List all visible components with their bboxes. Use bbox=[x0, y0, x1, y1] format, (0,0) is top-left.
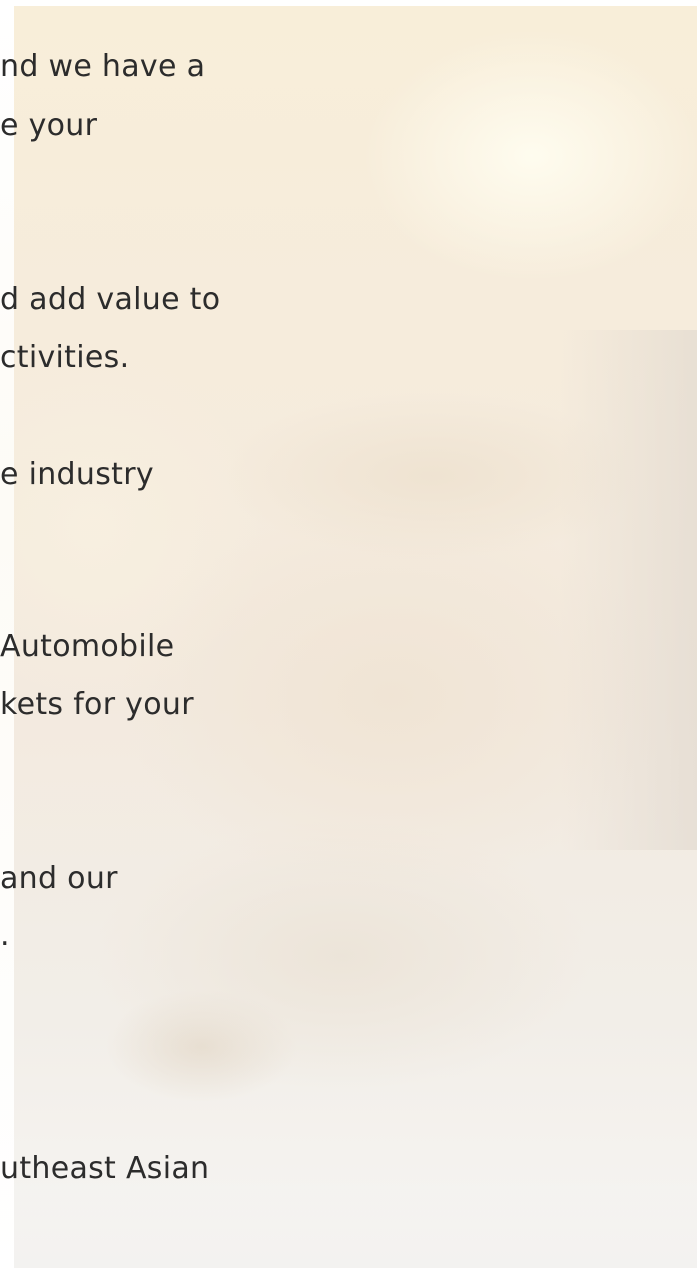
body-text-line: utheast Asian bbox=[0, 1151, 210, 1186]
page: nd we have a e your d add value to ctivi… bbox=[0, 0, 697, 1274]
body-text-line: d add value to bbox=[0, 282, 221, 317]
body-text-line: . bbox=[0, 918, 10, 953]
body-text-line: Automobile bbox=[0, 629, 175, 664]
body-text-line: kets for your bbox=[0, 687, 194, 722]
body-text-line: ctivities. bbox=[0, 340, 130, 375]
body-text-line: and our bbox=[0, 861, 118, 896]
body-text-line: nd we have a bbox=[0, 49, 206, 84]
body-text-line: e industry bbox=[0, 457, 154, 492]
body-text-line: e your bbox=[0, 108, 98, 143]
background-shadow bbox=[560, 330, 697, 850]
